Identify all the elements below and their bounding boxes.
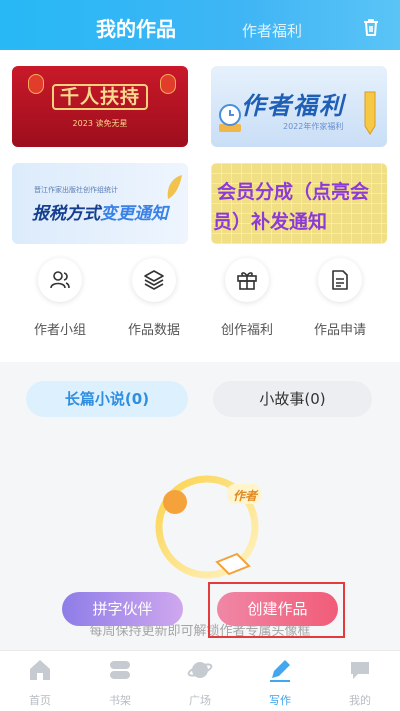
tab-label: 广场 <box>189 694 211 707</box>
banner-title-part2: 变更通知 <box>100 204 168 224</box>
chat-icon <box>351 662 369 679</box>
banner-membership-notice[interactable]: 会员分成（点亮会 员）补发通知 <box>211 163 387 244</box>
tab-home[interactable]: 首页 <box>10 657 70 708</box>
group-icon <box>50 271 70 289</box>
tab-label: 书架 <box>109 694 131 707</box>
tab-bookshelf[interactable]: 书架 <box>90 657 150 708</box>
highlight-frame <box>208 582 345 638</box>
banner-title-line2: 员）补发通知 <box>213 211 328 233</box>
tab-label: 写作 <box>269 694 291 707</box>
icon-circle <box>225 258 269 302</box>
planet-icon <box>187 662 213 678</box>
lantern-icon <box>160 74 176 94</box>
tab-mine[interactable]: 我的 <box>330 657 390 708</box>
banner-support-thousand[interactable]: 千人扶持 2023 读免无星 <box>12 66 188 147</box>
gift-icon <box>237 272 257 290</box>
banner-title: 报税方式变更通知 <box>32 199 168 224</box>
lantern-icon <box>28 74 44 94</box>
partner-button[interactable]: 拼字伙伴 <box>62 592 183 626</box>
leaf-icon <box>167 175 182 199</box>
func-label: 作品数据 <box>127 323 180 338</box>
icon-circle <box>38 258 82 302</box>
icon-circle <box>318 258 362 302</box>
banner-subtitle: 晋江作家出版社创作组统计 <box>34 186 118 194</box>
banner-author-benefits[interactable]: 作者福利 2022年作家福利 <box>211 66 387 147</box>
layers-icon <box>144 270 164 290</box>
pencil-icon <box>364 91 376 135</box>
tab-writing[interactable]: 写作 <box>250 657 310 708</box>
func-label: 作品申请 <box>313 323 366 338</box>
tab-label: 我的 <box>349 694 371 707</box>
author-badge-ring <box>155 475 261 579</box>
home-icon <box>30 660 50 680</box>
bottom-tab-bar: 首页 书架 广场 写作 我的 <box>0 650 400 711</box>
func-work-application[interactable]: 作品申请 <box>300 258 380 338</box>
category-short-story[interactable]: 小故事(0) <box>213 381 372 417</box>
document-icon <box>332 270 348 290</box>
clock-icon <box>219 104 241 132</box>
bookshelf-icon <box>110 661 130 679</box>
top-header: 我的作品 作者福利 <box>0 0 400 50</box>
banner-tax-notice[interactable]: 晋江作家出版社创作组统计 报税方式变更通知 <box>12 163 188 244</box>
icon-circle <box>132 258 176 302</box>
func-label: 作者小组 <box>33 323 86 338</box>
banner-title: 作者福利 <box>241 92 345 120</box>
func-author-group[interactable]: 作者小组 <box>20 258 100 338</box>
func-creation-benefits[interactable]: 创作福利 <box>207 258 287 338</box>
tab-my-works[interactable]: 我的作品 <box>96 13 176 42</box>
tab-label: 首页 <box>29 694 51 707</box>
banner-title-line1: 会员分成（点亮会 <box>217 181 370 203</box>
author-badge-label: 作者 <box>233 489 258 503</box>
category-long-novel[interactable]: 长篇小说(0) <box>26 381 188 417</box>
banner-subtitle: 2023 读免无星 <box>72 119 128 128</box>
func-label: 创作福利 <box>220 323 273 338</box>
banner-title: 千人扶持 <box>52 84 148 110</box>
tab-author-benefits[interactable]: 作者福利 <box>242 20 302 41</box>
banner-subtitle: 2022年作家福利 <box>283 122 344 131</box>
trash-icon[interactable] <box>361 17 381 37</box>
pen-icon <box>270 660 290 682</box>
banner-title-part1: 报税方式 <box>32 204 100 224</box>
func-work-data[interactable]: 作品数据 <box>114 258 194 338</box>
tab-square[interactable]: 广场 <box>170 657 230 708</box>
